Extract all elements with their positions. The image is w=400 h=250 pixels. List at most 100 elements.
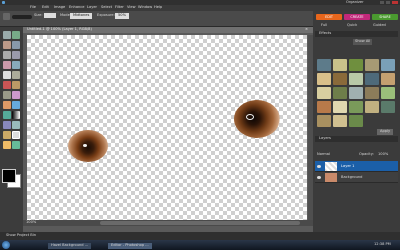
subtab-full[interactable]: Full: [321, 23, 327, 28]
exposure-input[interactable]: 50%: [115, 13, 129, 19]
menu-filter[interactable]: Filter: [115, 5, 124, 10]
effect-thumbnail[interactable]: [317, 73, 331, 85]
effect-thumbnail[interactable]: [381, 101, 395, 113]
effect-thumbnail[interactable]: [333, 115, 347, 127]
active-tool-icon: [3, 13, 10, 20]
effect-thumbnail[interactable]: [381, 59, 395, 71]
menu-view[interactable]: View: [127, 5, 136, 10]
maximize-icon[interactable]: [386, 1, 390, 4]
sponge-tool-icon[interactable]: [3, 131, 11, 139]
shape-tool-icon[interactable]: [3, 121, 11, 129]
system-clock: 12:38 PM: [374, 242, 391, 246]
effect-thumbnail[interactable]: [365, 101, 379, 113]
effects-panel-header[interactable]: Effects: [315, 31, 398, 37]
recompose-tool-icon[interactable]: [12, 141, 20, 149]
document-tab[interactable]: Untitled-1 @ 100% (Layer 1, RGB/8) ×: [23, 27, 313, 33]
pencil-tool-icon[interactable]: [3, 141, 11, 149]
taskbar: Hazel Background ... Editor - Photoshop …: [0, 240, 400, 250]
menu-edit[interactable]: Edit: [42, 5, 49, 10]
subtab-guided[interactable]: Guided: [373, 23, 386, 28]
document-close-icon[interactable]: ×: [305, 27, 308, 32]
effect-thumbnail[interactable]: [349, 73, 363, 85]
tab-share[interactable]: SHARE: [372, 14, 398, 20]
layer-row-background[interactable]: Background: [315, 172, 398, 183]
clone-stamp-tool-icon[interactable]: [3, 91, 11, 99]
opacity-label: Opacity:: [359, 152, 374, 156]
menu-file[interactable]: File: [30, 5, 36, 10]
minimize-icon[interactable]: [380, 1, 384, 4]
brush-tool-icon[interactable]: [3, 101, 11, 109]
eyedropper-tool-icon[interactable]: [12, 41, 20, 49]
visibility-eye-icon[interactable]: [317, 176, 321, 179]
effect-thumbnail[interactable]: [333, 101, 347, 113]
start-button-icon[interactable]: [2, 241, 10, 249]
menu-enhance[interactable]: Enhance: [69, 5, 85, 10]
menu-layer[interactable]: Layer: [87, 5, 97, 10]
effect-thumbnail[interactable]: [333, 59, 347, 71]
move-tool-icon[interactable]: [3, 31, 11, 39]
effect-thumbnail[interactable]: [317, 101, 331, 113]
blend-mode-select[interactable]: Normal: [317, 152, 330, 157]
effect-thumbnail[interactable]: [349, 87, 363, 99]
tab-edit[interactable]: EDIT: [316, 14, 342, 20]
blur-tool-icon[interactable]: [12, 121, 20, 129]
menu-image[interactable]: Image: [54, 5, 65, 10]
red-eye-tool-icon[interactable]: [3, 81, 11, 89]
zoom-level[interactable]: 100%: [26, 220, 36, 225]
menu-select[interactable]: Select: [101, 5, 112, 10]
menu-window[interactable]: Window: [138, 5, 152, 10]
image-canvas[interactable]: [27, 35, 307, 220]
layers-panel-header[interactable]: Layers: [315, 136, 398, 142]
magic-wand-tool-icon[interactable]: [3, 61, 11, 69]
close-icon[interactable]: [392, 1, 398, 4]
paint-bucket-tool-icon[interactable]: [3, 111, 11, 119]
effect-thumbnail[interactable]: [349, 115, 363, 127]
subtab-quick[interactable]: Quick: [347, 23, 357, 28]
size-label: Size:: [34, 13, 43, 17]
taskbar-item-browser[interactable]: Hazel Background ...: [48, 243, 92, 249]
effect-thumbnail[interactable]: [365, 87, 379, 99]
taskbar-item-editor[interactable]: Editor - Photoshop ...: [108, 243, 152, 249]
crop-tool-icon[interactable]: [12, 71, 20, 79]
lasso-tool-icon[interactable]: [12, 51, 20, 59]
apply-button[interactable]: Apply: [377, 129, 394, 135]
layer-thumbnail: [325, 173, 337, 182]
smart-brush-tool-icon[interactable]: [12, 101, 20, 109]
effect-thumbnail[interactable]: [317, 59, 331, 71]
layer-name: Layer 1: [341, 164, 355, 168]
effect-thumbnail[interactable]: [365, 59, 379, 71]
foreground-color-swatch[interactable]: [2, 169, 16, 183]
opacity-input[interactable]: 100%: [378, 152, 388, 157]
horizontal-scrollbar[interactable]: [100, 221, 300, 225]
layer-row-layer-1[interactable]: Layer 1: [315, 161, 398, 172]
gradient-tool-icon[interactable]: [12, 111, 20, 119]
effect-thumbnail[interactable]: [317, 115, 331, 127]
effect-thumbnail[interactable]: [365, 73, 379, 85]
marquee-tool-icon[interactable]: [3, 51, 11, 59]
type-tool-icon[interactable]: [3, 71, 11, 79]
effect-thumbnail[interactable]: [381, 87, 395, 99]
effect-thumbnail[interactable]: [349, 101, 363, 113]
project-bin-toggle[interactable]: Show Project Bin: [6, 233, 36, 238]
menu-help[interactable]: Help: [154, 5, 162, 10]
effect-thumbnail[interactable]: [317, 87, 331, 99]
tab-create[interactable]: CREATE: [344, 14, 370, 20]
quick-selection-tool-icon[interactable]: [12, 61, 20, 69]
healing-brush-tool-icon[interactable]: [12, 81, 20, 89]
size-input[interactable]: [44, 13, 56, 18]
effect-thumbnail[interactable]: [333, 87, 347, 99]
layer-name: Background: [341, 175, 363, 179]
layers-title: Layers: [319, 136, 331, 140]
brush-preview[interactable]: [12, 15, 32, 19]
hand-tool-icon[interactable]: [3, 41, 11, 49]
zoom-tool-icon[interactable]: [12, 31, 20, 39]
effect-thumbnail[interactable]: [349, 59, 363, 71]
mode-select[interactable]: Midtones: [70, 13, 93, 19]
effect-thumbnail[interactable]: [333, 73, 347, 85]
eraser-tool-icon[interactable]: [12, 91, 20, 99]
effect-thumbnail[interactable]: [381, 73, 395, 85]
visibility-eye-icon[interactable]: [317, 165, 321, 168]
left-eye-highlight: [83, 144, 87, 147]
effects-filter-dropdown[interactable]: Show All: [353, 39, 373, 45]
dodge-tool-icon[interactable]: [12, 131, 20, 139]
